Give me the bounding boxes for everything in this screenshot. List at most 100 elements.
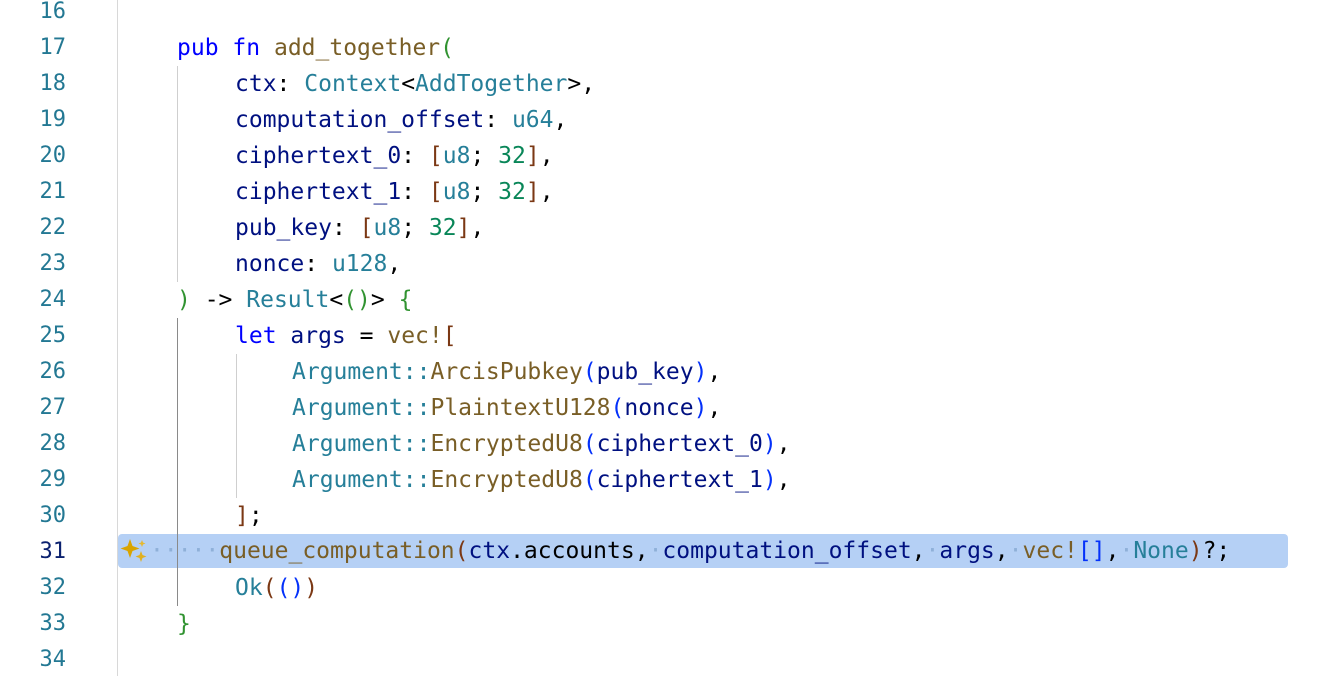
line-number: 24 bbox=[39, 287, 67, 312]
punctuation: -> bbox=[190, 287, 247, 313]
code-editor[interactable]: 16 17 18 19 20 21 22 23 24 25 26 27 28 2… bbox=[0, 0, 1344, 676]
type-name: Context bbox=[304, 71, 402, 97]
code-line-20[interactable]: ciphertext_0: [u8; 32], bbox=[235, 138, 554, 174]
code-line-22[interactable]: pub_key: [u8; 32], bbox=[235, 210, 484, 246]
punctuation: , bbox=[776, 431, 791, 457]
indent-guide bbox=[177, 66, 178, 282]
line-number: 16 bbox=[39, 0, 67, 24]
bracket: ( bbox=[582, 359, 597, 385]
bracket: ] bbox=[525, 179, 540, 205]
code-line-24[interactable]: ) -> Result<()> { bbox=[177, 282, 412, 318]
bracket: [ bbox=[442, 323, 457, 349]
punctuation: >, bbox=[567, 71, 596, 97]
code-line-27[interactable]: Argument::PlaintextU128(nonce), bbox=[292, 390, 721, 426]
code-line-25[interactable]: let args = vec![ bbox=[235, 318, 457, 354]
bracket: ) bbox=[762, 467, 777, 493]
bracket: ) bbox=[1188, 538, 1203, 564]
enum-variant: None bbox=[1133, 538, 1189, 564]
type-name: u128 bbox=[331, 251, 388, 277]
punctuation: , bbox=[707, 359, 722, 385]
code-line-28[interactable]: Argument::EncryptedU8(ciphertext_0), bbox=[292, 426, 791, 462]
bracket: ) bbox=[693, 359, 708, 385]
type-name: Argument bbox=[292, 431, 403, 457]
keyword: pub bbox=[177, 35, 219, 61]
variable-name: ctx bbox=[468, 538, 511, 564]
bracket: [ bbox=[359, 215, 374, 241]
number: 32 bbox=[498, 143, 526, 169]
punctuation: :: bbox=[402, 467, 431, 493]
bracket: () bbox=[276, 575, 305, 601]
whitespace-marker: · bbox=[1008, 538, 1023, 564]
punctuation: = bbox=[345, 323, 388, 349]
line-number-active: 31 bbox=[39, 539, 67, 564]
line-number: 26 bbox=[39, 359, 67, 384]
punctuation: ; bbox=[401, 215, 429, 241]
function-name: EncryptedU8 bbox=[430, 431, 583, 457]
bracket: ( bbox=[582, 431, 597, 457]
bracket: } bbox=[177, 611, 191, 637]
code-line-29[interactable]: Argument::EncryptedU8(ciphertext_1), bbox=[292, 462, 791, 498]
code-line-19[interactable]: computation_offset: u64, bbox=[235, 102, 567, 138]
keyword: fn bbox=[232, 35, 261, 61]
bracket: ) bbox=[762, 431, 777, 457]
variable-name: ciphertext_1 bbox=[596, 467, 763, 493]
bracket: ( bbox=[262, 575, 277, 601]
type-name: u8 bbox=[442, 143, 471, 169]
punctuation: > bbox=[370, 287, 399, 313]
bracket: ) bbox=[177, 287, 191, 313]
type-name: Argument bbox=[292, 395, 403, 421]
param-name: pub_key bbox=[235, 215, 332, 241]
bracket: ( bbox=[440, 35, 454, 61]
code-line-30[interactable]: ]; bbox=[235, 498, 263, 534]
punctuation: , bbox=[911, 538, 926, 564]
punctuation: . bbox=[510, 538, 524, 564]
punctuation: :: bbox=[402, 395, 431, 421]
bracket: ( bbox=[454, 538, 469, 564]
punctuation: : bbox=[484, 107, 512, 133]
punctuation: , bbox=[776, 467, 791, 493]
punctuation: , bbox=[553, 107, 568, 133]
line-number: 27 bbox=[39, 395, 67, 420]
punctuation: ?; bbox=[1202, 538, 1231, 564]
bracket: ] bbox=[525, 143, 540, 169]
punctuation: , bbox=[387, 251, 402, 277]
code-line-21[interactable]: ciphertext_1: [u8; 32], bbox=[235, 174, 554, 210]
line-number: 20 bbox=[39, 143, 67, 168]
sparkle-icon[interactable] bbox=[120, 537, 150, 567]
punctuation: , bbox=[470, 215, 485, 241]
number: 32 bbox=[498, 179, 526, 205]
line-number: 34 bbox=[39, 647, 67, 672]
punctuation: < bbox=[401, 71, 416, 97]
param-name: ciphertext_1 bbox=[235, 179, 402, 205]
whitespace-marker: ····· bbox=[150, 538, 220, 564]
whitespace-marker: · bbox=[1119, 538, 1134, 564]
code-line-32[interactable]: Ok(()) bbox=[235, 570, 318, 606]
bracket: [] bbox=[1077, 538, 1106, 564]
type-name: Argument bbox=[292, 359, 403, 385]
punctuation: : bbox=[401, 143, 429, 169]
code-line-33[interactable]: } bbox=[177, 606, 191, 642]
enum-variant: Ok bbox=[235, 575, 263, 601]
line-number: 23 bbox=[39, 251, 67, 276]
code-line-26[interactable]: Argument::ArcisPubkey(pub_key), bbox=[292, 354, 721, 390]
number: 32 bbox=[428, 215, 457, 241]
type-name: AddTogether bbox=[415, 71, 568, 97]
line-number: 17 bbox=[39, 35, 67, 60]
line-number: 33 bbox=[39, 611, 67, 636]
type-name: Argument bbox=[292, 467, 403, 493]
type-name: u64 bbox=[511, 107, 554, 133]
type-name: u8 bbox=[442, 179, 471, 205]
line-number: 25 bbox=[39, 323, 67, 348]
macro: vec! bbox=[387, 323, 443, 349]
code-line-23[interactable]: nonce: u128, bbox=[235, 246, 401, 282]
line-number: 28 bbox=[39, 431, 67, 456]
code-line-31[interactable]: ·····queue_computation(ctx.accounts,·com… bbox=[150, 533, 1230, 569]
code-line-17[interactable]: pub fn add_together( bbox=[177, 30, 454, 66]
punctuation: : bbox=[276, 71, 305, 97]
code-line-18[interactable]: ctx: Context<AddTogether>, bbox=[235, 66, 595, 102]
bracket: ( bbox=[610, 395, 625, 421]
bracket: ] bbox=[235, 503, 249, 529]
bracket: () bbox=[343, 287, 371, 313]
punctuation: , bbox=[539, 143, 554, 169]
punctuation: :: bbox=[402, 431, 431, 457]
